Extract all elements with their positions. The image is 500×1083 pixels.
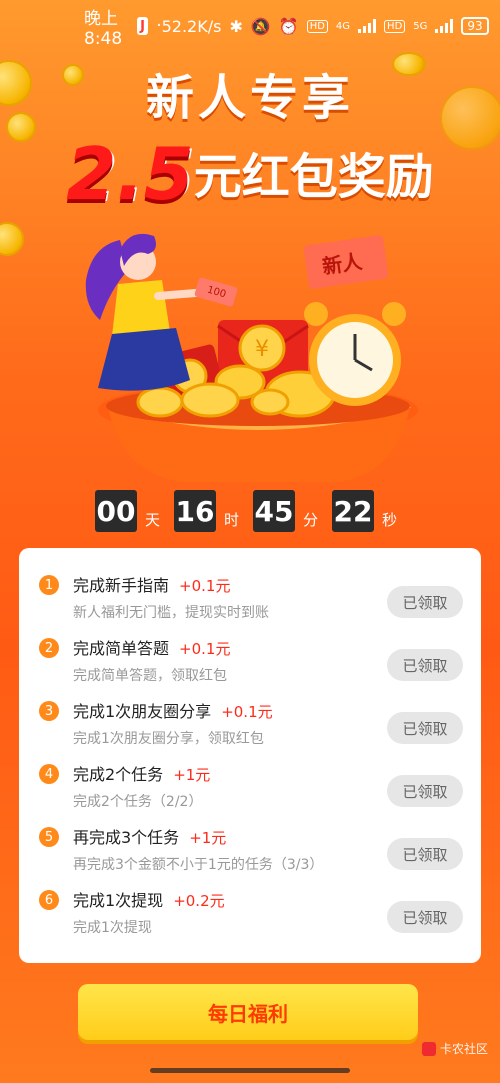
task-description: 完成1次朋友圈分享，领取红包: [73, 731, 264, 747]
task-description: 完成简单答题，领取红包: [73, 668, 227, 684]
task-reward: +0.2元: [173, 892, 225, 910]
hd-icon: HD: [306, 19, 328, 33]
hero-svg: ¥: [85, 233, 418, 482]
watermark: 卡农社区: [421, 1040, 488, 1057]
countdown-minutes: 45: [253, 490, 295, 532]
battery-icon: 93: [461, 17, 489, 35]
task-item: 6 完成1次提现 +0.2元 完成1次提现 已领取: [37, 877, 463, 940]
reward-title-suffix: 元红包奖励: [193, 149, 434, 205]
countdown-hours: 16: [173, 490, 216, 532]
new-user-tag: 新人: [320, 249, 364, 279]
countdown-seconds-unit: 秒: [382, 511, 398, 529]
task-title-text: 完成1次提现: [73, 891, 164, 910]
signal-icon: [358, 19, 377, 33]
task-number-badge: 2: [39, 638, 59, 658]
hd-icon-2: HD: [384, 19, 406, 33]
countdown-days-unit: 天: [144, 511, 160, 529]
network-type-5g: 5G: [413, 20, 428, 32]
claimed-button[interactable]: 已领取: [387, 901, 463, 933]
status-right: 52.2K/s ✱ 🔕 ⏰ HD 4G HD 5G 93: [162, 17, 489, 36]
task-item: 2 完成简单答题 +0.1元 完成简单答题，领取红包 已领取: [37, 625, 463, 688]
page-title: 新人专享: [145, 70, 354, 126]
network-speed: 52.2K/s: [161, 16, 222, 36]
status-time: 晚上8:48: [84, 8, 123, 49]
daily-welfare-button[interactable]: 每日福利: [78, 984, 418, 1040]
task-title: 完成1次提现 +0.2元: [73, 887, 225, 911]
task-description: 新人福利无门槛，提现实时到账: [73, 605, 269, 621]
task-reward: +0.1元: [179, 577, 231, 595]
task-reward: +1元: [189, 829, 227, 847]
task-reward: +0.1元: [221, 703, 273, 721]
countdown-days: 00: [94, 490, 137, 532]
countdown-minutes-unit: 分: [303, 511, 319, 529]
signal-icon-2: [435, 19, 454, 33]
task-title: 再完成3个任务 +1元: [73, 824, 226, 848]
task-item: 5 再完成3个任务 +1元 再完成3个金额不小于1元的任务（3/3） 已领取: [37, 814, 463, 877]
task-item: 3 完成1次朋友圈分享 +0.1元 完成1次朋友圈分享，领取红包 已领取: [37, 688, 463, 751]
task-reward: +1元: [173, 766, 211, 784]
claimed-button[interactable]: 已领取: [387, 649, 463, 681]
task-title-text: 完成简单答题: [73, 639, 170, 658]
watermark-text: 卡农社区: [439, 1042, 488, 1056]
task-number-badge: 5: [39, 827, 59, 847]
task-number-badge: 1: [39, 575, 59, 595]
reward-amount: 2.5: [66, 132, 194, 216]
reward-title: 2.5元红包奖励: [0, 132, 500, 216]
task-title-text: 完成1次朋友圈分享: [73, 702, 212, 721]
task-title: 完成简单答题 +0.1元: [73, 635, 230, 659]
hero-illustration: ¥ 新人 100: [0, 210, 500, 500]
task-item: 1 完成新手指南 +0.1元 新人福利无门槛，提现实时到账 已领取: [37, 562, 463, 625]
claimed-button[interactable]: 已领取: [387, 586, 463, 618]
task-title: 完成新手指南 +0.1元: [73, 572, 230, 596]
task-number-badge: 4: [39, 764, 59, 784]
task-reward: +0.1元: [179, 640, 231, 658]
watermark-logo-icon: [421, 1041, 436, 1056]
bluetooth-icon: ✱: [229, 16, 243, 36]
network-type-4g: 4G: [335, 20, 351, 32]
task-description: 完成2个任务（2/2）: [73, 794, 203, 810]
task-title-text: 完成新手指南: [73, 576, 170, 595]
task-title-text: 完成2个任务: [73, 765, 164, 784]
task-description: 完成1次提现: [73, 920, 152, 936]
home-indicator[interactable]: [150, 1068, 350, 1073]
mute-icon: 🔕: [250, 16, 271, 36]
task-title: 完成1次朋友圈分享 +0.1元: [73, 698, 273, 722]
task-title: 完成2个任务 +1元: [73, 761, 210, 785]
task-description: 再完成3个金额不小于1元的任务（3/3）: [73, 857, 324, 873]
status-left: 晚上8:48 J ·: [84, 4, 162, 49]
task-title-text: 再完成3个任务: [73, 828, 180, 847]
app-notification-icon: J: [136, 17, 149, 35]
task-list-card: 1 完成新手指南 +0.1元 新人福利无门槛，提现实时到账 已领取 2 完成简单答…: [19, 548, 481, 963]
task-number-badge: 3: [39, 701, 59, 721]
claimed-button[interactable]: 已领取: [387, 838, 463, 870]
task-number-badge: 6: [39, 890, 59, 910]
svg-text:¥: ¥: [255, 337, 269, 362]
task-item: 4 完成2个任务 +1元 完成2个任务（2/2） 已领取: [37, 751, 463, 814]
countdown-hours-unit: 时: [223, 511, 239, 529]
claimed-button[interactable]: 已领取: [387, 712, 463, 744]
claimed-button[interactable]: 已领取: [387, 775, 463, 807]
status-bar: 晚上8:48 J · 52.2K/s ✱ 🔕 ⏰ HD 4G HD 5G 93: [0, 0, 500, 52]
alarm-icon: ⏰: [278, 16, 299, 36]
countdown-seconds: 22: [332, 490, 375, 532]
countdown-timer: 00 天 16 时 45 分 22 秒: [0, 478, 500, 532]
